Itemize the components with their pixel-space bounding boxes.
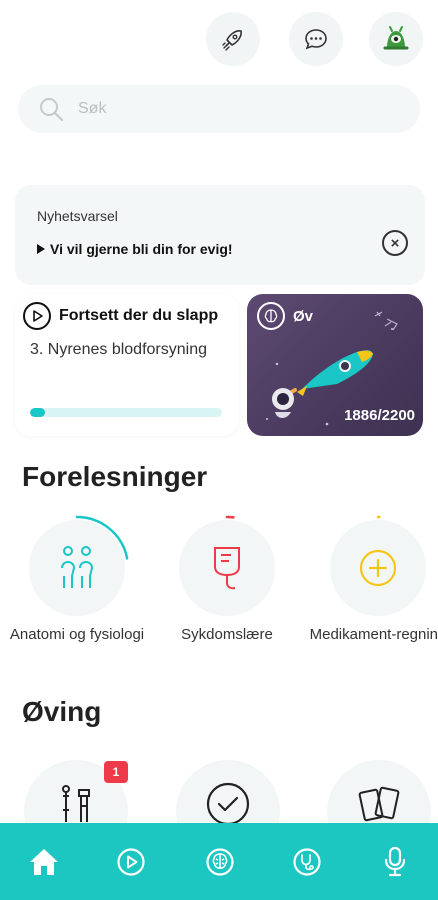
search-placeholder: Søk [78,100,107,117]
continue-header: Fortsett der du slapp [23,302,218,330]
search-icon [40,98,64,122]
practice-title: Øv [293,307,314,325]
bottom-nav [0,823,438,900]
lecture-circle [29,515,129,616]
progress-bar [30,408,222,417]
play-icon [23,302,51,330]
practice-header: Øv [257,302,313,330]
play-triangle-icon [37,244,45,254]
brain-icon [206,848,234,876]
lecture-circle [330,515,426,616]
brain-icon [257,302,285,330]
lecture-label: Sykdomslære [181,626,273,643]
lectures-heading: Forelesninger [22,461,208,492]
lecture-label: Anatomi og fysiologi [9,626,145,643]
plus-circle-icon [359,549,397,587]
nav-podcast[interactable] [378,845,412,879]
lecture-dosage[interactable]: Medikament-regning [308,515,438,646]
avatar-icon [383,26,409,50]
tools-icon [62,785,90,822]
search-input[interactable]: Søk [18,85,420,133]
stethoscope-icon [293,848,321,876]
top-bar [0,12,438,66]
nav-clinic[interactable] [290,845,324,879]
cards-icon [358,786,400,822]
lecture-label: Medikament-regning [309,626,438,643]
lecture-pathology[interactable]: Sykdomslære [157,515,297,646]
avatar-button[interactable] [369,12,423,66]
iv-bag-icon [214,547,240,590]
continue-subtitle: 3. Nyrenes blodforsyning [30,341,207,358]
news-message: Vi vil gjerne bli din for evig! [50,241,233,257]
microphone-icon [384,846,406,877]
practice-card[interactable]: Øv 1886/2200 [247,294,423,436]
check-circle-icon [206,782,250,826]
notification-badge: 1 [104,761,128,783]
lecture-circle [179,515,275,616]
chat-button[interactable] [289,12,343,66]
progress-fill [30,408,46,417]
continue-title: Fortsett der du slapp [59,307,219,324]
rocket-icon [222,30,242,51]
continue-card[interactable]: Fortsett der du slapp 3. Nyrenes blodfor… [15,294,239,436]
nav-lectures[interactable] [114,845,148,879]
news-banner[interactable]: Nyhetsvarsel Vi vil gjerne bli din for e… [15,185,425,285]
play-icon [117,848,145,876]
practice-heading: Øving [22,696,102,727]
chat-icon [305,29,327,50]
news-message-row[interactable]: Vi vil gjerne bli din for evig! [37,241,233,257]
nav-home[interactable] [27,845,61,879]
close-icon[interactable]: × [382,230,408,256]
home-icon [30,849,58,875]
lecture-anatomy[interactable]: Anatomi og fysiologi [7,515,147,646]
people-icon [61,546,94,588]
practice-count: 1886/2200 [344,407,415,424]
rocket-button[interactable] [206,12,260,66]
nav-practice[interactable] [203,845,237,879]
news-title: Nyhetsvarsel [37,208,118,224]
